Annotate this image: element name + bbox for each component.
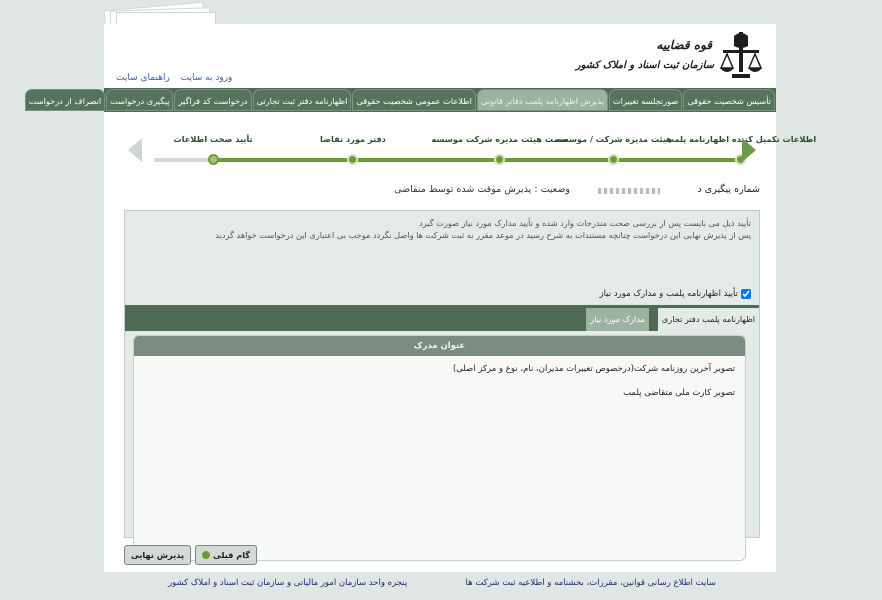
- tab-establish-entity[interactable]: تأسیس شخصیت حقوقی: [683, 89, 775, 111]
- sub-tabs: اظهارنامه پلمب دفتر تجاری مدارک مورد نیا…: [125, 305, 759, 331]
- step-label: تأیید صحت اطلاعات: [173, 134, 253, 144]
- justice-scale-icon: [720, 32, 762, 78]
- instructions: تأیید ذیل می بایست پس از بررسی صحت مندرج…: [131, 217, 751, 241]
- confirm-checkbox-row[interactable]: تأیید اظهارنامه پلمب و مدارک مورد نیاز: [600, 289, 751, 299]
- step-label: دفتر مورد تقاضا: [320, 134, 386, 144]
- confirmation-panel: تأیید ذیل می بایست پس از بررسی صحت مندرج…: [124, 210, 760, 561]
- step-label: سمت هیئت مدیره شرکت موسسه: [431, 134, 568, 144]
- documents-list: تصویر آخرین روزنامه شرکت(درخصوص تغییرات …: [134, 356, 745, 416]
- tab-inclusive-code[interactable]: درخواست کد فراگیر: [174, 89, 252, 111]
- tab-public-info[interactable]: اطلاعات عمومی شخصیت حقوقی: [352, 89, 476, 111]
- tab-track-request[interactable]: پیگیری درخواست: [106, 89, 174, 111]
- step-dot[interactable]: [608, 154, 620, 165]
- progress-bar: [212, 158, 738, 162]
- back-icon: [202, 551, 211, 559]
- tab-seal-declaration[interactable]: پذیرش اظهارنامه پلمب دفاتر قانونی: [476, 89, 608, 111]
- tab-commercial-book[interactable]: اظهارنامه دفتر ثبت تجارتی: [252, 89, 352, 111]
- step-dot[interactable]: [207, 154, 219, 165]
- header: قوه قضاییه سازمان ثبت اسناد و املاک کشور…: [104, 24, 776, 88]
- documents-table: عنوان مدرک تصویر آخرین روزنامه شرکت(درخص…: [133, 335, 746, 561]
- list-item: تصویر کارت ملی متقاضی پلمب: [623, 388, 735, 398]
- final-accept-label: پذیرش نهایی: [131, 550, 185, 560]
- step-dot[interactable]: [493, 154, 505, 165]
- tracking-number-label: شماره پیگیری د: [697, 184, 760, 195]
- status-row: شماره پیگیری د وضعیت : پذیرش موقت شده تو…: [124, 184, 760, 200]
- footer-link-regulations[interactable]: سایت اطلاع رسانی قوانین، مقررات، بخشنامه…: [466, 578, 716, 588]
- tab-seal-form[interactable]: اظهارنامه پلمب دفتر تجاری: [657, 308, 759, 331]
- confirm-label: تأیید اظهارنامه پلمب و مدارک مورد نیاز: [599, 289, 738, 299]
- step-dot[interactable]: [347, 154, 359, 165]
- instruction-line: پس از پذیرش نهایی این درخواست چنانچه مست…: [215, 230, 751, 240]
- top-links: ورود به سایت راهنمای سایت: [108, 73, 232, 83]
- tab-change-minutes[interactable]: صورتجلسه تغییرات: [608, 89, 683, 111]
- footer: سایت اطلاع رسانی قوانین، مقررات، بخشنامه…: [104, 578, 776, 594]
- previous-step-button[interactable]: گام قبلی: [195, 545, 258, 565]
- request-status: وضعیت : پذیرش موقت شده توسط متقاضی: [394, 184, 570, 195]
- next-step-arrow-icon[interactable]: [742, 138, 756, 162]
- help-link[interactable]: راهنمای سایت: [116, 73, 170, 83]
- tracking-number-masked: [598, 188, 660, 194]
- confirm-checkbox[interactable]: [741, 289, 751, 299]
- logo-title: قوه قضاییه: [656, 38, 712, 52]
- page-container: قوه قضاییه سازمان ثبت اسناد و املاک کشور…: [24, 24, 816, 572]
- progress-steps: اطلاعات تکمیل کننده اظهارنامه پلمب هیئت م…: [124, 128, 816, 172]
- prev-step-arrow-icon[interactable]: [128, 138, 142, 162]
- organization-logo: قوه قضاییه سازمان ثبت اسناد و املاک کشور: [576, 30, 762, 84]
- documents-header: عنوان مدرک: [134, 336, 745, 356]
- footer-link-single-window[interactable]: پنجره واحد سازمان امور مالیاتی و سازمان …: [168, 578, 407, 588]
- final-accept-button[interactable]: پذیرش نهایی: [124, 545, 192, 565]
- tab-required-docs[interactable]: مدارک مورد نیاز: [586, 308, 649, 331]
- login-link[interactable]: ورود به سایت: [181, 73, 233, 83]
- previous-step-label: گام قبلی: [213, 550, 251, 560]
- main-nav: تأسیس شخصیت حقوقی صورتجلسه تغییرات پذیرش…: [24, 88, 776, 112]
- instruction-line: تأیید ذیل می بایست پس از بررسی صحت مندرج…: [419, 218, 751, 228]
- tab-cancel-request[interactable]: انصراف از درخواست: [24, 89, 106, 111]
- step-label: هیئت مدیره شرکت / موسسه: [555, 134, 672, 144]
- list-item: تصویر آخرین روزنامه شرکت(درخصوص تغییرات …: [452, 364, 735, 374]
- step-label: اطلاعات تکمیل کننده اظهارنامه پلمب: [665, 134, 817, 144]
- progress-track: [154, 158, 214, 162]
- action-buttons: پذیرش نهایی گام قبلی: [124, 545, 258, 565]
- logo-subtitle: سازمان ثبت اسناد و املاک کشور: [575, 60, 714, 71]
